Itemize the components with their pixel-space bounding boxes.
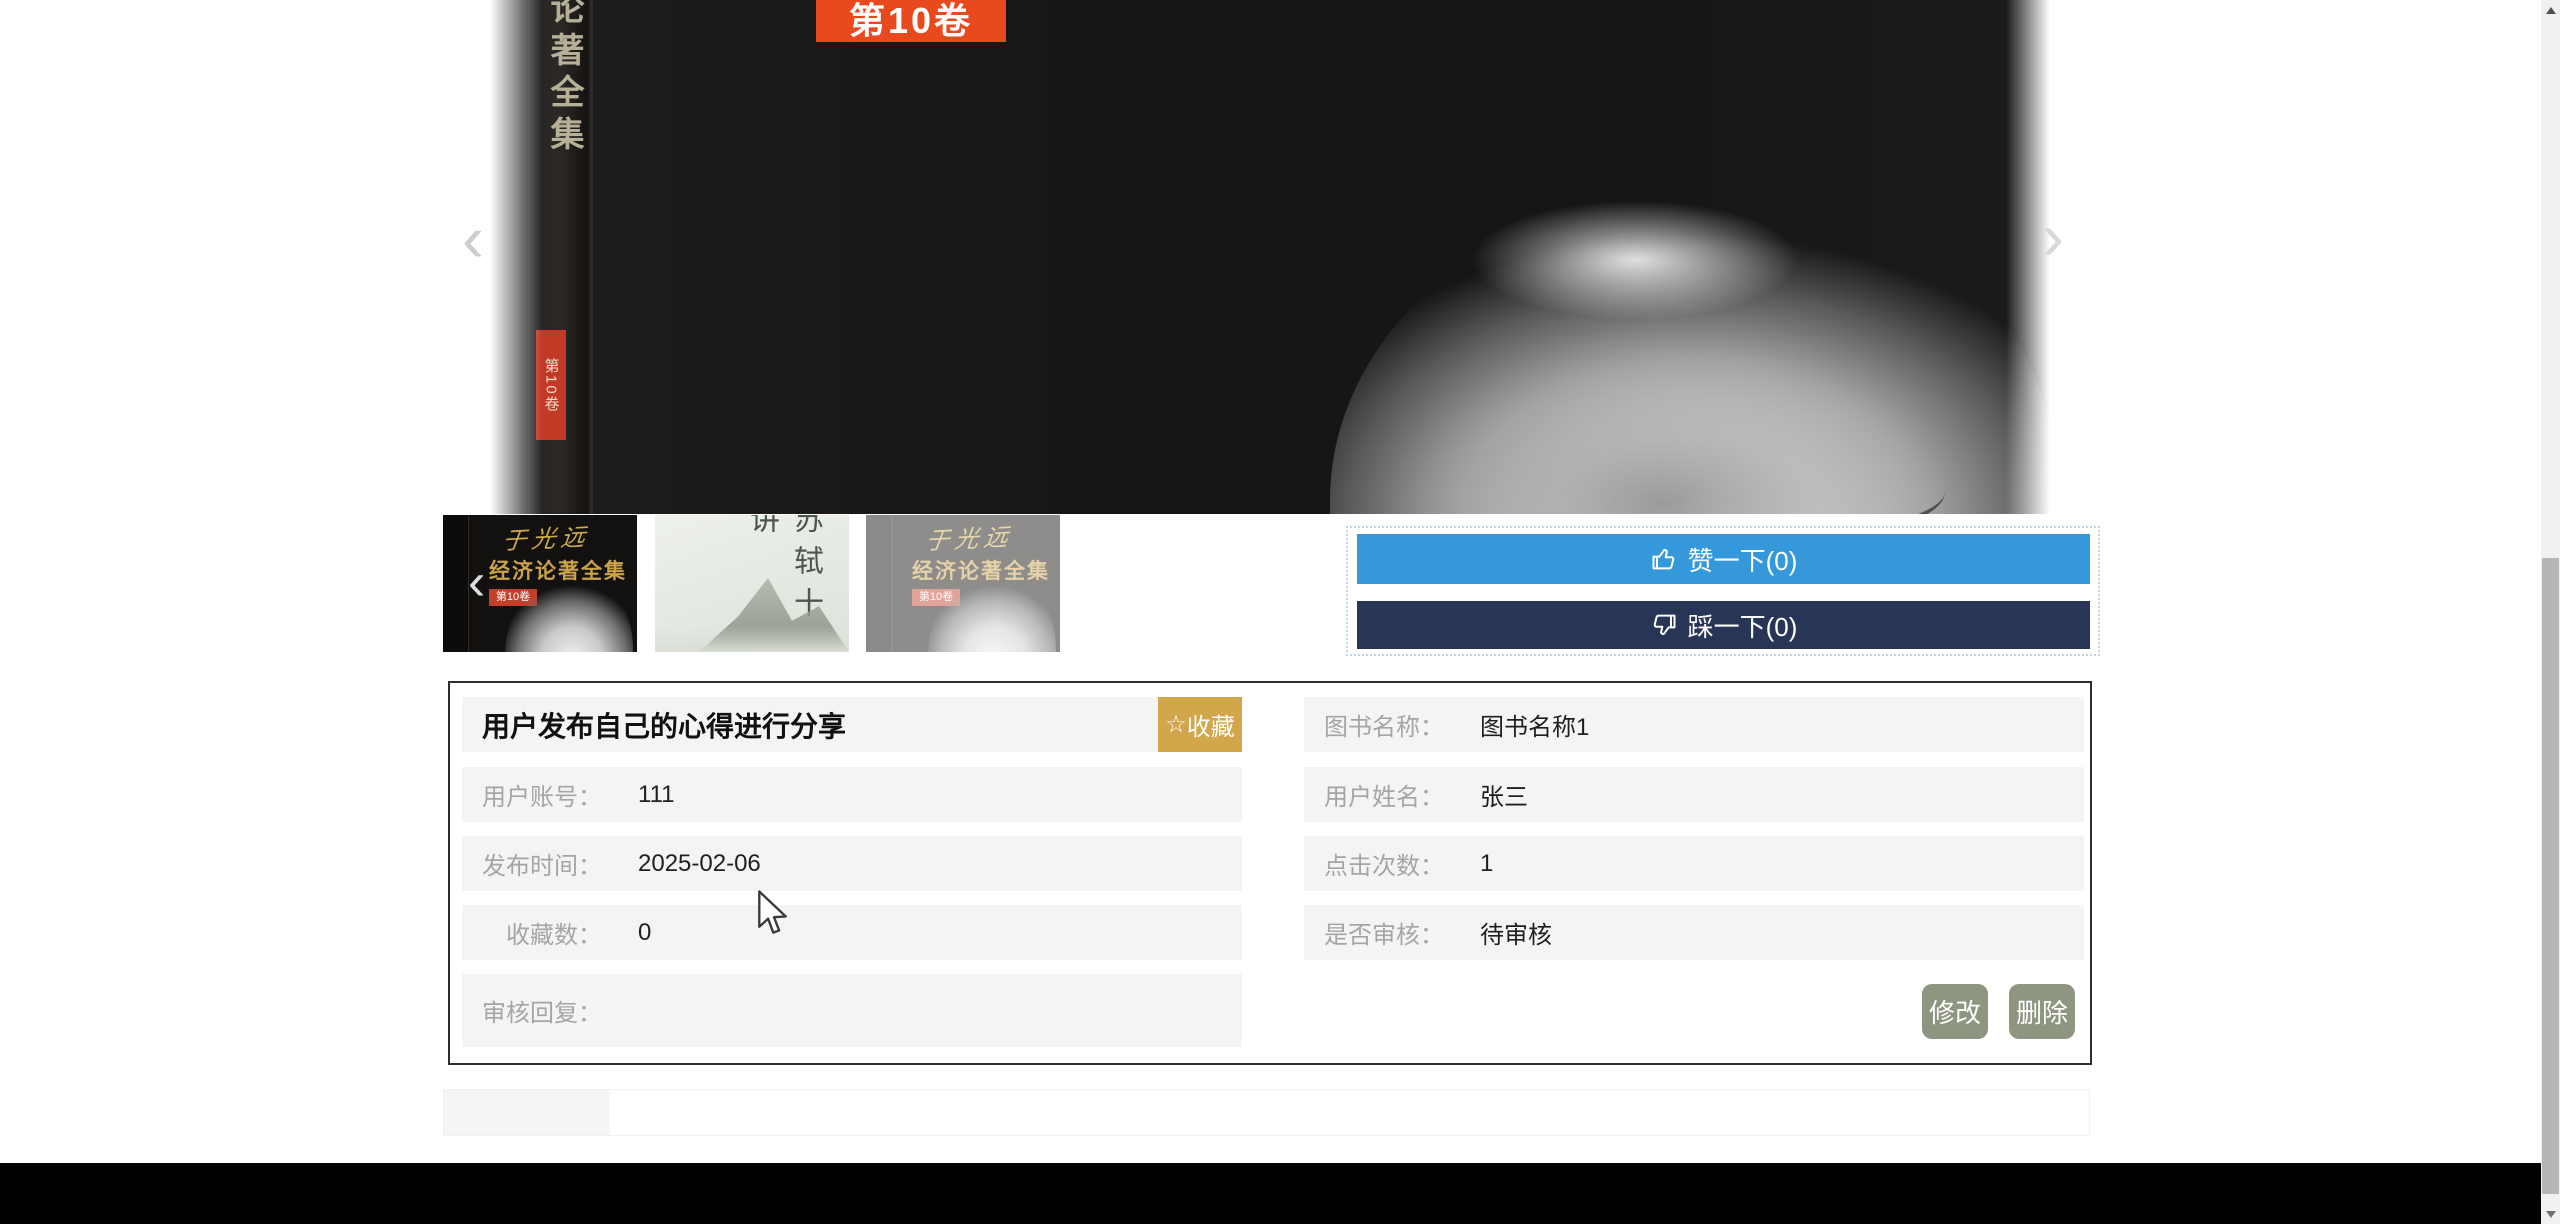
like-button[interactable]: 赞一下(0) <box>1357 534 2090 584</box>
vertical-scrollbar[interactable] <box>2541 0 2560 1224</box>
star-icon: ☆ <box>1165 710 1187 739</box>
field-label: 审核回复： <box>462 993 602 1028</box>
carousel-next-icon[interactable]: › <box>2042 206 2064 266</box>
scroll-up-icon <box>2546 7 2556 14</box>
field-label: 用户账号： <box>462 777 602 812</box>
thumb-mist-art <box>655 626 849 652</box>
scroll-down-icon <box>2546 1211 2556 1218</box>
carousel-main-image: 论著全集 第10卷 第10卷 <box>490 0 2050 514</box>
field-review-reply: 审核回复： <box>462 974 1242 1047</box>
field-label: 收藏数： <box>462 915 602 950</box>
field-value: 111 <box>638 781 674 809</box>
thumb-inactive-overlay <box>866 515 1060 652</box>
field-click-count: 点击次数： 1 <box>1304 836 2084 891</box>
field-value: 待审核 <box>1480 915 1552 950</box>
dislike-button[interactable]: 踩一下(0) <box>1357 601 2090 649</box>
thumbs-down-icon <box>1650 611 1678 639</box>
thumb-author-signature: 于光远 <box>500 517 592 557</box>
field-favorite-count: 收藏数： 0 <box>462 905 1242 960</box>
detail-panel: 用户发布自己的心得进行分享 ☆收藏 用户账号： 111 发布时间： 2025-0… <box>448 681 2092 1065</box>
scrollbar-thumb[interactable] <box>2542 558 2559 1194</box>
field-label: 发布时间： <box>462 846 602 881</box>
image-left-fade <box>490 0 542 514</box>
field-value: 0 <box>638 919 651 947</box>
field-label: 图书名称： <box>1304 707 1444 742</box>
volume-badge: 第10卷 <box>816 0 1006 42</box>
field-review-status: 是否审核： 待审核 <box>1304 905 2084 960</box>
modify-button[interactable]: 修改 <box>1922 984 1988 1039</box>
mouse-cursor <box>756 890 792 940</box>
field-label: 是否审核： <box>1304 915 1444 950</box>
field-user-name: 用户姓名： 张三 <box>1304 767 2084 822</box>
delete-button[interactable]: 删除 <box>2009 984 2075 1039</box>
field-value: 图书名称1 <box>1480 707 1589 742</box>
thumbnail-book-2[interactable]: 苏轼十讲 <box>655 515 849 652</box>
thumbs-up-icon <box>1650 545 1678 573</box>
field-book-name: 图书名称： 图书名称1 <box>1304 697 2084 752</box>
favorite-button[interactable]: ☆收藏 <box>1158 697 1242 752</box>
field-label: 用户姓名： <box>1304 777 1444 812</box>
bottom-black-bar <box>0 1163 2541 1224</box>
field-value: 2025-02-06 <box>638 850 761 878</box>
thumbnails-prev-icon[interactable]: ‹ <box>468 556 485 608</box>
footer-placeholder-box <box>444 1090 610 1135</box>
field-user-account: 用户账号： 111 <box>462 767 1242 822</box>
book-cover-edge <box>590 0 593 514</box>
detail-title: 用户发布自己的心得进行分享 <box>462 705 846 745</box>
field-label: 点击次数： <box>1304 846 1444 881</box>
scrollbar-up-button[interactable] <box>2541 0 2560 20</box>
detail-title-row: 用户发布自己的心得进行分享 ☆收藏 <box>462 697 1242 752</box>
thumbnail-book-3[interactable]: 于光远 经济论著全集 第10卷 <box>866 515 1060 652</box>
dislike-button-label: 踩一下(0) <box>1688 607 1798 644</box>
favorite-button-label: 收藏 <box>1187 707 1235 742</box>
carousel-prev-icon[interactable]: ‹ <box>462 208 484 268</box>
portrait-highlight <box>1470 200 1800 320</box>
field-value: 1 <box>1480 850 1493 878</box>
field-publish-time: 发布时间： 2025-02-06 <box>462 836 1242 891</box>
book-spine-title: 论著全集 <box>540 0 589 158</box>
page: 论著全集 第10卷 第10卷 ‹ › 于光远 经济论著全集 第10卷 苏轼十讲 … <box>0 0 2560 1224</box>
field-value: 张三 <box>1480 777 1528 812</box>
scrollbar-down-button[interactable] <box>2541 1204 2560 1224</box>
footer-bar <box>443 1089 2090 1136</box>
like-button-label: 赞一下(0) <box>1688 541 1798 578</box>
thumb-spine <box>443 515 469 652</box>
